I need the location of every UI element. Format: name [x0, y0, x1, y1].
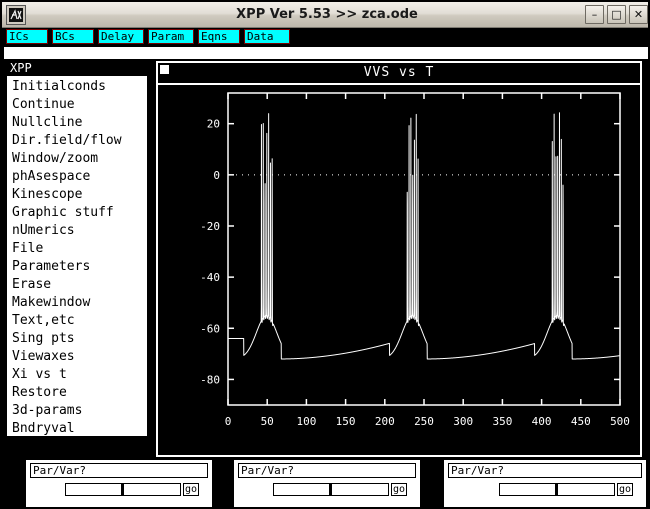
sidebar-item-erase[interactable]: Erase [10, 276, 146, 294]
minimize-button[interactable]: – [585, 5, 604, 24]
sidebar-item-3d-params[interactable]: 3d-params [10, 402, 146, 420]
svg-text:200: 200 [375, 415, 395, 428]
sidebar-item-restore[interactable]: Restore [10, 384, 146, 402]
menu-button-row: ICs BCs Delay Param Eqns Data [4, 29, 648, 45]
svg-text:0: 0 [225, 415, 232, 428]
sidebar-item-sing-pts[interactable]: Sing pts [10, 330, 146, 348]
maximize-button[interactable]: □ [607, 5, 626, 24]
svg-text:50: 50 [261, 415, 274, 428]
svg-text:-40: -40 [200, 271, 220, 284]
param-name-field-2[interactable]: Par/Var? [238, 463, 416, 478]
window-titlebar: XPP Ver 5.53 >> zca.ode – □ ✕ [2, 2, 648, 28]
svg-text:100: 100 [296, 415, 316, 428]
param-slider-panel-2: Par/Var? go [234, 460, 420, 507]
param-slider-1[interactable] [65, 483, 181, 496]
menu-button-data[interactable]: Data [244, 29, 290, 44]
param-name-field-1[interactable]: Par/Var? [30, 463, 208, 478]
sidebar-item-initialconds[interactable]: Initialconds [10, 78, 146, 96]
menu-button-eqns[interactable]: Eqns [198, 29, 240, 44]
sidebar-item-list: Initialconds Continue Nullcline Dir.fiel… [7, 76, 147, 436]
svg-text:250: 250 [414, 415, 434, 428]
svg-text:400: 400 [532, 415, 552, 428]
param-slider-thumb-2[interactable] [329, 484, 332, 495]
sidebar-item-phasespace[interactable]: phAsespace [10, 168, 146, 186]
plot-panel[interactable]: VVS vs T 20 0 -20 -40 -60 -80 0 50 100 150 200 250… [156, 61, 642, 457]
sidebar-item-text-etc[interactable]: Text,etc [10, 312, 146, 330]
param-slider-panel-1: Par/Var? go [26, 460, 212, 507]
sidebar-item-xi-vs-t[interactable]: Xi vs t [10, 366, 146, 384]
window-title: XPP Ver 5.53 >> zca.ode [236, 7, 418, 22]
sidebar-item-kinescope[interactable]: Kinescope [10, 186, 146, 204]
svg-text:150: 150 [336, 415, 356, 428]
sidebar-item-file[interactable]: File [10, 240, 146, 258]
svg-text:-80: -80 [200, 373, 220, 386]
sidebar-item-bndryval[interactable]: Bndryval [10, 420, 146, 438]
sidebar-item-numerics[interactable]: nUmerics [10, 222, 146, 240]
svg-text:-60: -60 [200, 322, 220, 335]
sidebar-item-graphic-stuff[interactable]: Graphic stuff [10, 204, 146, 222]
svg-text:450: 450 [571, 415, 591, 428]
xpp-application-window: XPP Ver 5.53 >> zca.ode – □ ✕ ICs BCs De… [0, 0, 650, 509]
svg-text:500: 500 [610, 415, 630, 428]
param-slider-panel-3: Par/Var? go [444, 460, 646, 507]
plot-title: VVS vs T [363, 65, 435, 80]
param-go-button-3[interactable]: go [617, 483, 633, 496]
param-name-field-3[interactable]: Par/Var? [448, 463, 642, 478]
sidebar-item-continue[interactable]: Continue [10, 96, 146, 114]
menu-button-ics[interactable]: ICs [6, 29, 48, 44]
sidebar-item-viewaxes[interactable]: Viewaxes [10, 348, 146, 366]
svg-text:20: 20 [207, 118, 220, 131]
plot-canvas[interactable]: 200-20-40-60-80 0 50 100 150 200 250 300 350 400… [158, 85, 640, 455]
menu-button-delay[interactable]: Delay [98, 29, 144, 44]
command-entry-strip[interactable] [4, 47, 648, 59]
param-go-button-1[interactable]: go [183, 483, 199, 496]
param-slider-3[interactable] [499, 483, 615, 496]
menu-button-param[interactable]: Param [148, 29, 194, 44]
window-controls: – □ ✕ [585, 5, 648, 24]
sidebar-item-dirfield-flow[interactable]: Dir.field/flow [10, 132, 146, 150]
svg-text:0: 0 [213, 169, 220, 182]
svg-text:-20: -20 [200, 220, 220, 233]
param-slider-thumb-1[interactable] [121, 484, 124, 495]
sidebar-item-nullcline[interactable]: Nullcline [10, 114, 146, 132]
svg-text:300: 300 [453, 415, 473, 428]
xpp-main-canvas: ICs BCs Delay Param Eqns Data XPP Initia… [2, 28, 648, 507]
sidebar-item-parameters[interactable]: Parameters [10, 258, 146, 276]
param-go-button-2[interactable]: go [391, 483, 407, 496]
sidebar-item-makewindow[interactable]: Makewindow [10, 294, 146, 312]
param-slider-thumb-3[interactable] [555, 484, 558, 495]
close-button[interactable]: ✕ [629, 5, 648, 24]
sidebar-header: XPP [10, 61, 32, 75]
menu-button-bcs[interactable]: BCs [52, 29, 94, 44]
main-command-sidebar: XPP Initialconds Continue Nullcline Dir.… [4, 61, 150, 457]
param-slider-2[interactable] [273, 483, 389, 496]
svg-text:350: 350 [492, 415, 512, 428]
sidebar-item-window-zoom[interactable]: Window/zoom [10, 150, 146, 168]
